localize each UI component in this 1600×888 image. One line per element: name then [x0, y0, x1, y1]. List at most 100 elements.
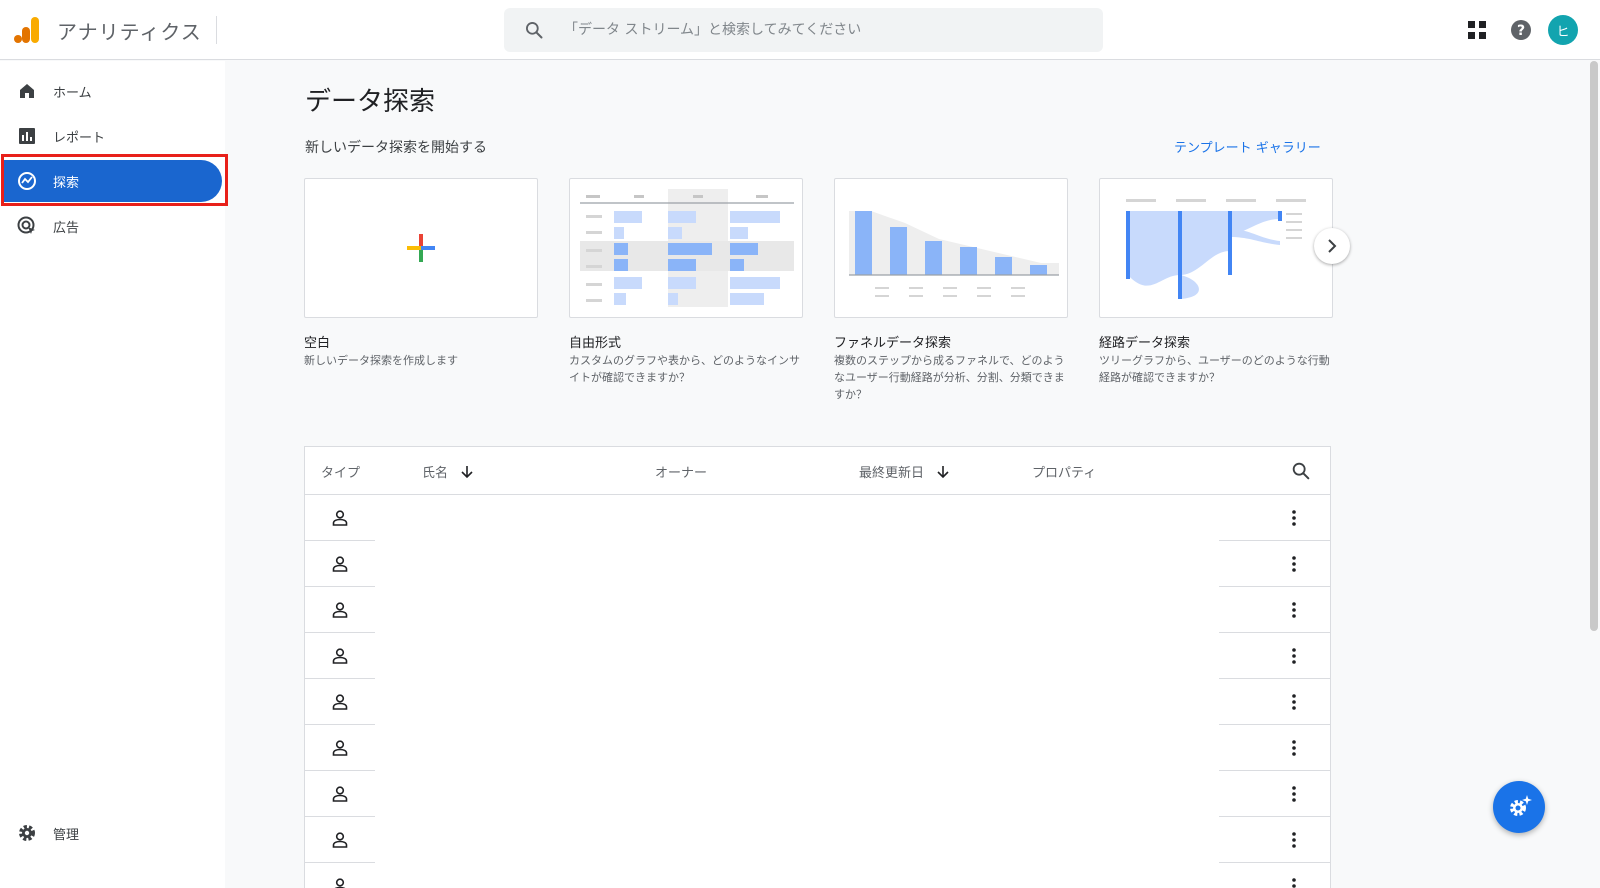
more-vert-icon: [1292, 510, 1296, 526]
template-card-path[interactable]: [1099, 178, 1333, 318]
card-title: 経路データ探索: [1099, 336, 1191, 351]
more-vert-icon: [1292, 602, 1296, 618]
more-vert-icon: [1292, 878, 1296, 888]
section-subtitle: 新しいデータ探索を開始する: [305, 140, 487, 156]
type-cell: [305, 541, 375, 587]
type-cell: [305, 633, 375, 679]
more-vert-icon: [1292, 694, 1296, 710]
more-options-button[interactable]: [1283, 691, 1305, 713]
actions-cell: [1219, 633, 1331, 679]
person-icon: [332, 693, 348, 710]
table-row[interactable]: [305, 817, 1331, 863]
explore-icon: [16, 170, 38, 192]
type-cell: [305, 679, 375, 725]
title-divider: [216, 16, 217, 44]
home-icon: [16, 80, 38, 102]
top-bar: アナリティクス ? ヒ: [0, 0, 1600, 60]
col-label: オーナー: [655, 466, 708, 481]
table-row[interactable]: [305, 633, 1331, 679]
template-gallery-link[interactable]: テンプレート ギャラリー: [1174, 137, 1321, 156]
app-title: アナリティクス: [57, 20, 202, 44]
ads-icon: [16, 215, 38, 237]
table-row[interactable]: [305, 679, 1331, 725]
sidebar: ホーム レポート 探索 広告 管理: [0, 61, 225, 888]
more-options-button[interactable]: [1283, 507, 1305, 529]
col-header-updated[interactable]: 最終更新日: [859, 462, 950, 481]
card-title: ファネルデータ探索: [834, 336, 952, 351]
col-header-property[interactable]: プロパティ: [1032, 462, 1096, 481]
gear-icon: [16, 822, 38, 844]
account-avatar[interactable]: ヒ: [1548, 15, 1578, 45]
col-label: 最終更新日: [859, 466, 925, 481]
col-header-type[interactable]: タイプ: [321, 462, 360, 481]
more-options-button[interactable]: [1283, 645, 1305, 667]
more-options-button[interactable]: [1283, 875, 1305, 888]
person-icon: [332, 601, 348, 618]
apps-grid-icon: [1468, 21, 1486, 39]
sidebar-item-label: 管理: [53, 827, 80, 843]
person-icon: [332, 509, 348, 526]
card-desc: 新しいデータ探索を作成します: [304, 354, 458, 367]
person-icon: [333, 877, 347, 888]
person-icon: [332, 785, 348, 802]
funnel-chart-illustration: [849, 211, 1059, 297]
more-vert-icon: [1292, 740, 1296, 756]
col-header-name[interactable]: 氏名: [422, 462, 474, 481]
more-vert-icon: [1292, 556, 1296, 572]
type-cell: [305, 771, 375, 817]
more-options-button[interactable]: [1283, 829, 1305, 851]
arrow-down-icon: [460, 465, 474, 479]
table-row[interactable]: [305, 541, 1331, 587]
table-row[interactable]: [305, 863, 1330, 888]
analytics-logo-icon[interactable]: [14, 16, 40, 44]
actions-cell: [1219, 771, 1331, 817]
more-options-button[interactable]: [1283, 553, 1305, 575]
help-button[interactable]: ?: [1505, 14, 1537, 46]
actions-cell: [1219, 725, 1331, 771]
freeform-table-illustration: [580, 189, 794, 307]
search-input[interactable]: [564, 8, 1084, 52]
bar-chart-icon: [16, 125, 38, 147]
type-cell: [305, 587, 375, 633]
person-icon: [332, 647, 348, 664]
path-tree-illustration: [1126, 199, 1306, 299]
card-title: 空白: [304, 336, 331, 351]
sidebar-item-admin[interactable]: 管理: [0, 812, 224, 854]
card-desc: ツリーグラフから、ユーザーのどのような行動経路が確認できますか？: [1099, 354, 1330, 384]
type-cell: [305, 817, 375, 863]
table-row[interactable]: [305, 587, 1331, 633]
carousel-next-button[interactable]: [1314, 228, 1350, 264]
scrollbar[interactable]: [1590, 61, 1598, 631]
actions-cell: [1219, 541, 1331, 587]
col-header-owner[interactable]: オーナー: [655, 462, 707, 481]
search-icon[interactable]: [1290, 460, 1312, 482]
more-options-button[interactable]: [1283, 737, 1305, 759]
table-row[interactable]: [305, 771, 1331, 817]
col-label: 氏名: [422, 466, 449, 481]
card-desc: カスタムのグラフや表から、どのようなインサイトが確認できますか？: [569, 354, 800, 384]
insights-fab[interactable]: [1493, 781, 1545, 833]
template-card-blank[interactable]: [304, 178, 538, 318]
more-options-button[interactable]: [1283, 599, 1305, 621]
sidebar-item-reports[interactable]: レポート: [0, 115, 224, 157]
plus-icon: [407, 234, 435, 262]
help-icon: ?: [1511, 20, 1531, 40]
table-row[interactable]: [305, 495, 1331, 541]
sidebar-item-ads[interactable]: 広告: [0, 205, 224, 247]
sidebar-item-explore[interactable]: 探索: [0, 156, 224, 202]
apps-button[interactable]: [1461, 14, 1493, 46]
type-cell: [305, 725, 375, 771]
sidebar-item-home[interactable]: ホーム: [0, 70, 224, 112]
actions-cell: [1219, 679, 1331, 725]
type-cell: [305, 495, 375, 541]
table-header: タイプ 氏名 オーナー 最終更新日 プロパティ: [305, 447, 1330, 495]
template-card-freeform[interactable]: [569, 178, 803, 318]
sidebar-item-label: 広告: [53, 220, 80, 236]
sidebar-item-label: レポート: [53, 130, 106, 146]
template-card-funnel[interactable]: [834, 178, 1068, 318]
search-bar[interactable]: [504, 8, 1103, 52]
more-options-button[interactable]: [1283, 783, 1305, 805]
card-desc: 複数のステップから成るファネルで、どのようなユーザー行動経路が分析、分割、分類で…: [834, 354, 1065, 401]
table-row[interactable]: [305, 725, 1331, 771]
card-title: 自由形式: [569, 336, 622, 351]
